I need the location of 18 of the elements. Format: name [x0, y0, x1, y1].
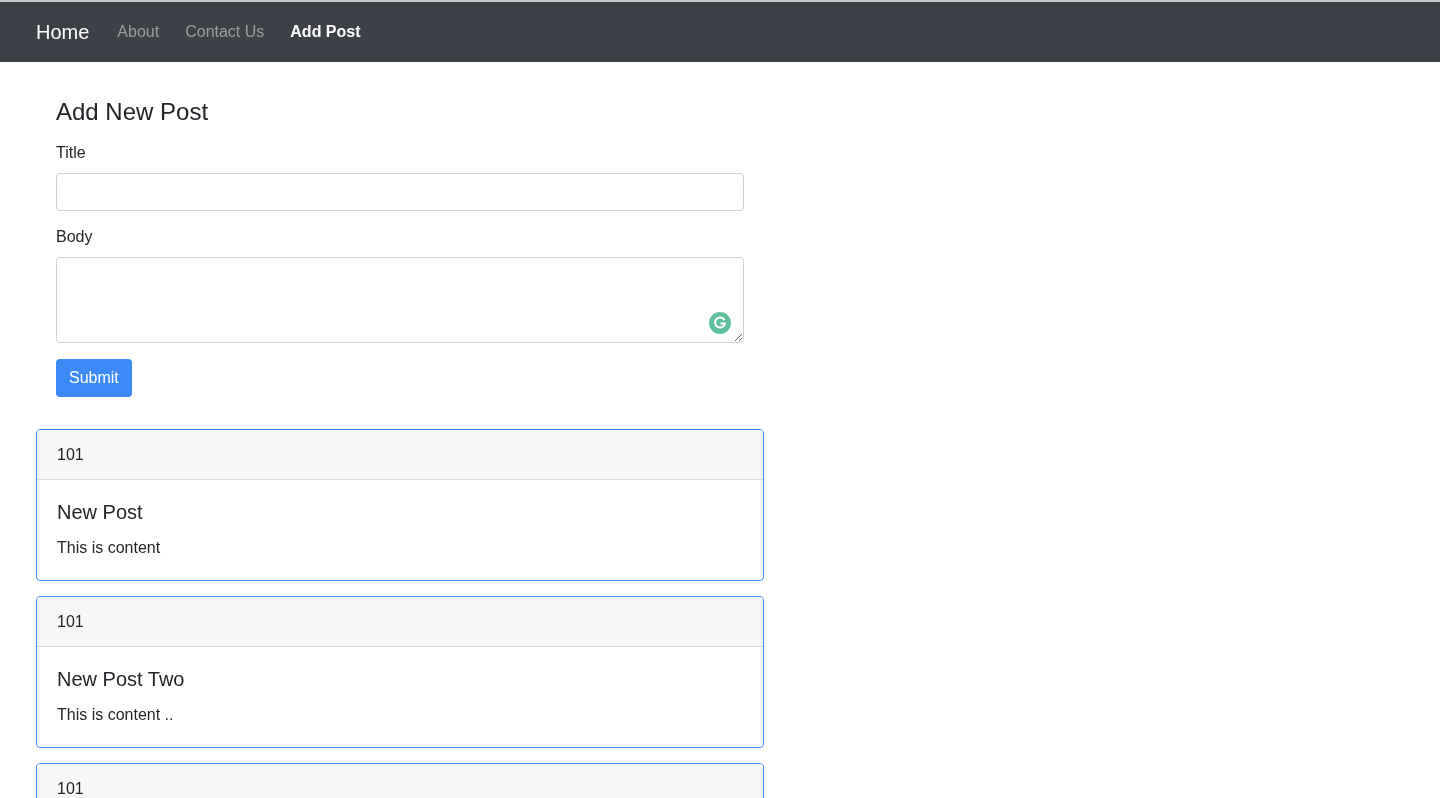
post-id: 101: [57, 612, 84, 631]
form-heading: Add New Post: [56, 97, 210, 127]
submit-button[interactable]: Submit: [56, 359, 132, 397]
brand-link[interactable]: Home: [36, 20, 90, 44]
field-label: Body: [56, 227, 94, 247]
post-body: This is content: [57, 538, 162, 558]
body-textarea[interactable]: [56, 257, 744, 343]
field-label: Title: [56, 143, 87, 163]
post-id: 101: [57, 779, 84, 798]
nav-link[interactable]: Contact Us: [185, 23, 265, 41]
post-title: New Post: [57, 500, 144, 524]
post-body: This is content ..: [57, 705, 175, 725]
circle-badge-icon[interactable]: [709, 312, 731, 334]
post-id: 101: [57, 445, 84, 464]
nav-link[interactable]: Add Post: [290, 23, 361, 41]
nav-link[interactable]: About: [117, 23, 160, 41]
title-input[interactable]: [56, 173, 744, 211]
post-title: New Post Two: [57, 667, 186, 691]
